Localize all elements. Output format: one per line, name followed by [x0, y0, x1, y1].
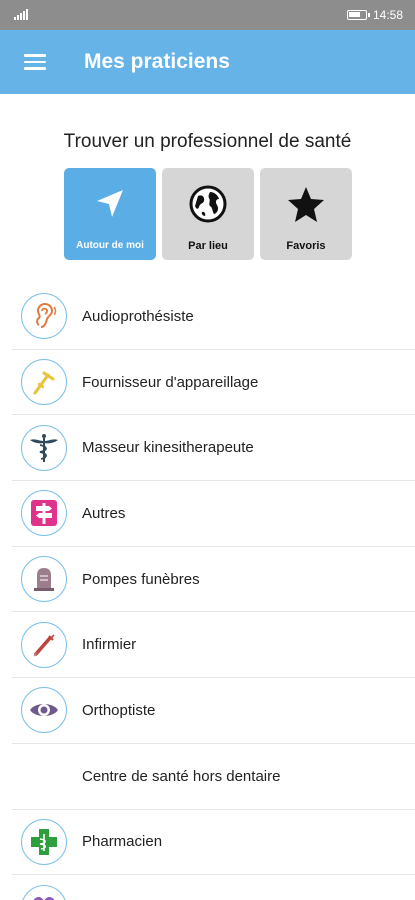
practitioner-category-list: Audioprothésiste Fournisseur d'appareill…	[12, 284, 415, 900]
list-item-orthoptiste[interactable]: Orthoptiste	[12, 678, 415, 744]
favorites-label: Favoris	[286, 240, 326, 252]
syringe-icon	[21, 621, 67, 668]
list-item-label: Infirmier	[82, 636, 137, 654]
tombstone-icon	[21, 556, 67, 603]
app-bar: Mes praticiens	[0, 30, 415, 94]
heart-icon	[21, 884, 67, 900]
list-item-label: Pharmacien	[82, 833, 163, 851]
around-me-label: Autour de moi	[76, 240, 144, 251]
list-item-label: Autres	[82, 504, 126, 522]
by-place-button[interactable]: Par lieu	[162, 168, 254, 260]
around-me-button[interactable]: Autour de moi	[64, 168, 156, 260]
list-item-masseur-kinesitherapeute[interactable]: Masseur kinesitherapeute	[12, 415, 415, 482]
signal-icon	[14, 9, 28, 20]
status-bar: 14:58	[0, 0, 415, 30]
list-item-audioprothesiste[interactable]: Audioprothésiste	[12, 284, 415, 350]
pharmacy-cross-icon	[21, 818, 67, 865]
menu-button[interactable]	[0, 30, 70, 94]
favorites-button[interactable]: Favoris	[260, 168, 352, 260]
list-item-infirmier[interactable]: Infirmier	[12, 612, 415, 679]
status-time: 14:58	[372, 8, 403, 22]
list-item-partial[interactable]	[12, 875, 415, 900]
list-item-pompes-funebres[interactable]: Pompes funèbres	[12, 547, 415, 613]
list-item-label: Audioprothésiste	[82, 307, 194, 325]
by-place-label: Par lieu	[188, 240, 228, 252]
star-icon	[288, 187, 324, 222]
battery-icon	[346, 10, 370, 20]
hamburger-icon	[24, 54, 46, 70]
navigation-arrow-icon	[97, 190, 123, 217]
eye-icon	[21, 687, 67, 734]
list-item-label: Centre de santé hors dentaire	[82, 767, 281, 785]
page-title: Mes praticiens	[84, 50, 230, 73]
search-heading: Trouver un professionnel de santé	[63, 131, 352, 152]
blank-icon	[21, 753, 67, 800]
caduceus-icon	[21, 424, 67, 471]
signpost-icon	[21, 490, 67, 537]
list-item-label: Fournisseur d'appareillage	[82, 373, 259, 391]
list-item-label: Masseur kinesitherapeute	[82, 439, 254, 457]
ear-icon	[21, 293, 67, 340]
list-item-label: Pompes funèbres	[82, 570, 200, 588]
globe-icon	[189, 185, 227, 223]
search-mode-selector: Autour de moi Par lieu Favoris	[64, 168, 352, 260]
signal-indicator	[12, 9, 32, 21]
crutch-icon	[21, 359, 67, 406]
list-item-autres[interactable]: Autres	[12, 481, 415, 547]
list-item-pharmacien[interactable]: Pharmacien	[12, 810, 415, 876]
list-item-centre-de-sante[interactable]: Centre de santé hors dentaire	[12, 744, 415, 810]
list-item-fournisseur-appareillage[interactable]: Fournisseur d'appareillage	[12, 350, 415, 416]
list-item-label: Orthoptiste	[82, 701, 156, 719]
